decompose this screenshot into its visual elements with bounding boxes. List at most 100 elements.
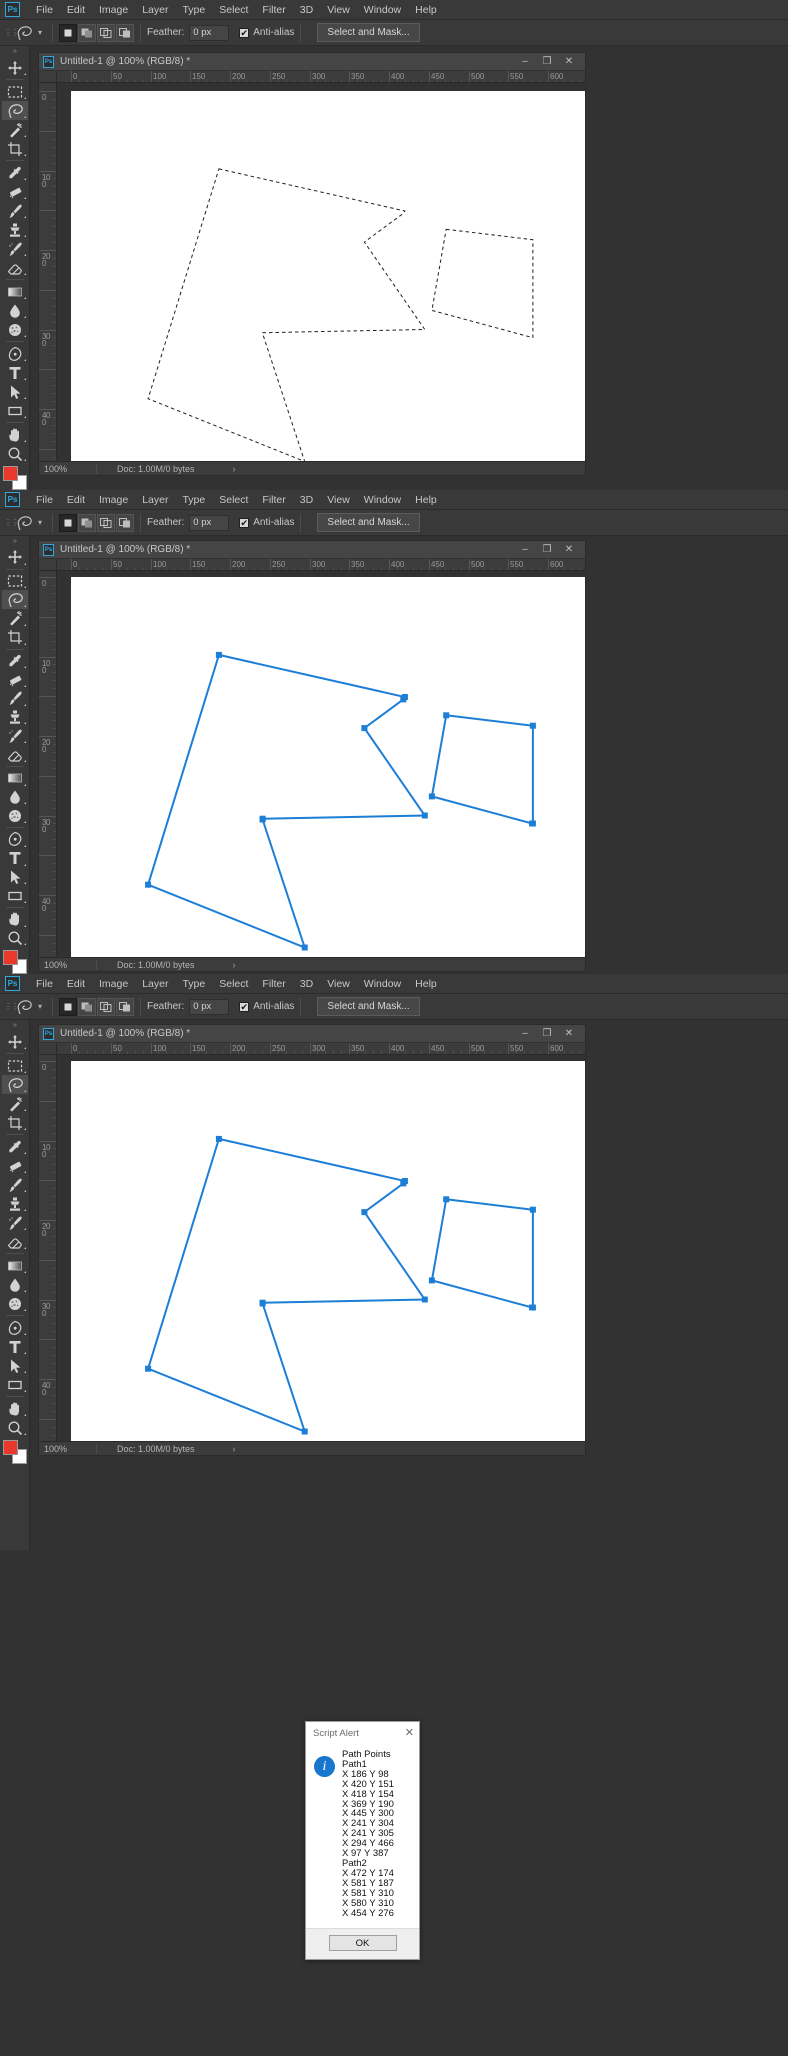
antialias-checkbox[interactable]: ✔ bbox=[239, 27, 250, 38]
close-icon[interactable]: ✕ bbox=[405, 1727, 414, 1739]
marquee-tool[interactable] bbox=[2, 1056, 28, 1075]
current-tool-preview[interactable]: ▾ bbox=[12, 999, 46, 1015]
current-tool-preview[interactable]: ▾ bbox=[12, 25, 46, 41]
new-selection-button[interactable] bbox=[59, 997, 78, 1016]
anchor-point[interactable] bbox=[428, 793, 435, 800]
pen-tool[interactable] bbox=[2, 830, 28, 849]
anchor-point[interactable] bbox=[361, 1209, 368, 1216]
move-tool[interactable] bbox=[2, 58, 28, 77]
canvas-area[interactable] bbox=[57, 571, 585, 957]
feather-input[interactable] bbox=[189, 514, 230, 531]
menu-edit[interactable]: Edit bbox=[60, 492, 92, 508]
anchor-point[interactable] bbox=[443, 712, 450, 719]
anchor-point[interactable] bbox=[215, 1135, 222, 1142]
zoom-tool[interactable] bbox=[2, 1418, 28, 1437]
clone-stamp-tool[interactable] bbox=[2, 1194, 28, 1213]
maximize-button[interactable]: ❐ bbox=[541, 544, 553, 555]
document-titlebar[interactable]: Ps Untitled-1 @ 100% (RGB/8) * – ❐ ✕ bbox=[39, 541, 585, 559]
status-expand-icon[interactable]: › bbox=[195, 1444, 236, 1454]
anchor-point[interactable] bbox=[529, 1304, 536, 1311]
menu-select[interactable]: Select bbox=[212, 492, 255, 508]
history-brush-tool[interactable] bbox=[2, 1213, 28, 1232]
antialias-toggle[interactable]: ✔ Anti-alias bbox=[239, 517, 294, 528]
intersect-selection-button[interactable] bbox=[116, 513, 135, 532]
menu-window[interactable]: Window bbox=[357, 2, 408, 18]
canvas-document[interactable] bbox=[71, 577, 585, 957]
feather-input[interactable] bbox=[189, 998, 230, 1015]
status-expand-icon[interactable]: › bbox=[195, 960, 236, 970]
add-to-selection-button[interactable] bbox=[78, 513, 97, 532]
menu-image[interactable]: Image bbox=[92, 2, 135, 18]
minimize-button[interactable]: – bbox=[519, 56, 531, 67]
canvas-area[interactable] bbox=[57, 83, 585, 461]
canvas-document[interactable] bbox=[71, 1061, 585, 1441]
menu-layer[interactable]: Layer bbox=[135, 2, 175, 18]
anchor-point[interactable] bbox=[421, 812, 428, 819]
quick-selection-tool[interactable] bbox=[2, 120, 28, 139]
eyedropper-tool[interactable] bbox=[2, 163, 28, 182]
maximize-button[interactable]: ❐ bbox=[541, 1028, 553, 1039]
intersect-selection-button[interactable] bbox=[116, 23, 135, 42]
color-swatches[interactable] bbox=[2, 1440, 27, 1464]
document-titlebar[interactable]: Ps Untitled-1 @ 100% (RGB/8) * – ❐ ✕ bbox=[39, 53, 585, 71]
toolbox-grip[interactable]: » bbox=[13, 1022, 17, 1032]
lasso-tool[interactable] bbox=[1, 101, 28, 120]
subtract-from-selection-button[interactable] bbox=[97, 997, 116, 1016]
options-bar-grip[interactable]: ⋮⋮ bbox=[2, 1002, 19, 1011]
vertical-ruler[interactable]: 0 100 200 300 400 bbox=[39, 1055, 57, 1455]
canvas-area[interactable] bbox=[57, 1055, 585, 1441]
clone-stamp-tool[interactable] bbox=[2, 220, 28, 239]
close-button[interactable]: ✕ bbox=[563, 1028, 575, 1039]
horizontal-ruler[interactable]: 050100150200250300350400450500550600650 bbox=[57, 1043, 585, 1055]
anchor-point[interactable] bbox=[529, 722, 536, 729]
lasso-tool[interactable] bbox=[1, 1075, 28, 1094]
menu-type[interactable]: Type bbox=[175, 2, 212, 18]
status-expand-icon[interactable]: › bbox=[195, 464, 236, 474]
anchor-point[interactable] bbox=[443, 1196, 450, 1203]
chevron-down-icon[interactable]: ▾ bbox=[38, 518, 42, 527]
antialias-checkbox[interactable]: ✔ bbox=[239, 517, 250, 528]
blur-tool[interactable] bbox=[2, 788, 28, 807]
brush-tool[interactable] bbox=[2, 689, 28, 708]
add-to-selection-button[interactable] bbox=[78, 997, 97, 1016]
eyedropper-tool[interactable] bbox=[2, 652, 28, 671]
anchor-point[interactable] bbox=[301, 1428, 308, 1435]
type-tool[interactable] bbox=[2, 363, 28, 382]
document-titlebar[interactable]: Ps Untitled-1 @ 100% (RGB/8) * – ❐ ✕ bbox=[39, 1025, 585, 1043]
zoom-level[interactable]: 100% bbox=[39, 1443, 97, 1454]
menu-file[interactable]: File bbox=[29, 2, 60, 18]
minimize-button[interactable]: – bbox=[519, 1028, 531, 1039]
history-brush-tool[interactable] bbox=[2, 726, 28, 745]
menu-edit[interactable]: Edit bbox=[60, 2, 92, 18]
crop-tool[interactable] bbox=[2, 628, 28, 647]
new-selection-button[interactable] bbox=[59, 23, 78, 42]
foreground-color-swatch[interactable] bbox=[2, 950, 18, 966]
menu-window[interactable]: Window bbox=[357, 492, 408, 508]
spot-healing-tool[interactable] bbox=[2, 182, 28, 201]
color-swatches[interactable] bbox=[2, 950, 27, 975]
menu-filter[interactable]: Filter bbox=[255, 492, 292, 508]
anchor-point[interactable] bbox=[400, 696, 407, 703]
type-tool[interactable] bbox=[2, 849, 28, 868]
vertical-ruler[interactable]: 0 100 200 300 400 bbox=[39, 571, 57, 971]
quick-selection-tool[interactable] bbox=[2, 609, 28, 628]
color-swatches[interactable] bbox=[2, 466, 27, 490]
antialias-toggle[interactable]: ✔ Anti-alias bbox=[239, 1001, 294, 1012]
crop-tool[interactable] bbox=[2, 1113, 28, 1132]
menu-edit[interactable]: Edit bbox=[60, 976, 92, 992]
anchor-point[interactable] bbox=[421, 1296, 428, 1303]
shape-tool[interactable] bbox=[2, 401, 28, 420]
anchor-point[interactable] bbox=[361, 725, 368, 732]
shape-tool[interactable] bbox=[2, 886, 28, 905]
eraser-tool[interactable] bbox=[2, 1232, 28, 1251]
anchor-point[interactable] bbox=[529, 1206, 536, 1213]
add-to-selection-button[interactable] bbox=[78, 23, 97, 42]
feather-input[interactable] bbox=[189, 24, 230, 41]
gradient-tool[interactable] bbox=[2, 282, 28, 301]
select-and-mask-button[interactable]: Select and Mask... bbox=[317, 997, 420, 1016]
menu-type[interactable]: Type bbox=[175, 492, 212, 508]
clone-stamp-tool[interactable] bbox=[2, 708, 28, 727]
anchor-point[interactable] bbox=[145, 1365, 152, 1372]
anchor-point[interactable] bbox=[215, 651, 222, 658]
spot-healing-tool[interactable] bbox=[2, 1156, 28, 1175]
